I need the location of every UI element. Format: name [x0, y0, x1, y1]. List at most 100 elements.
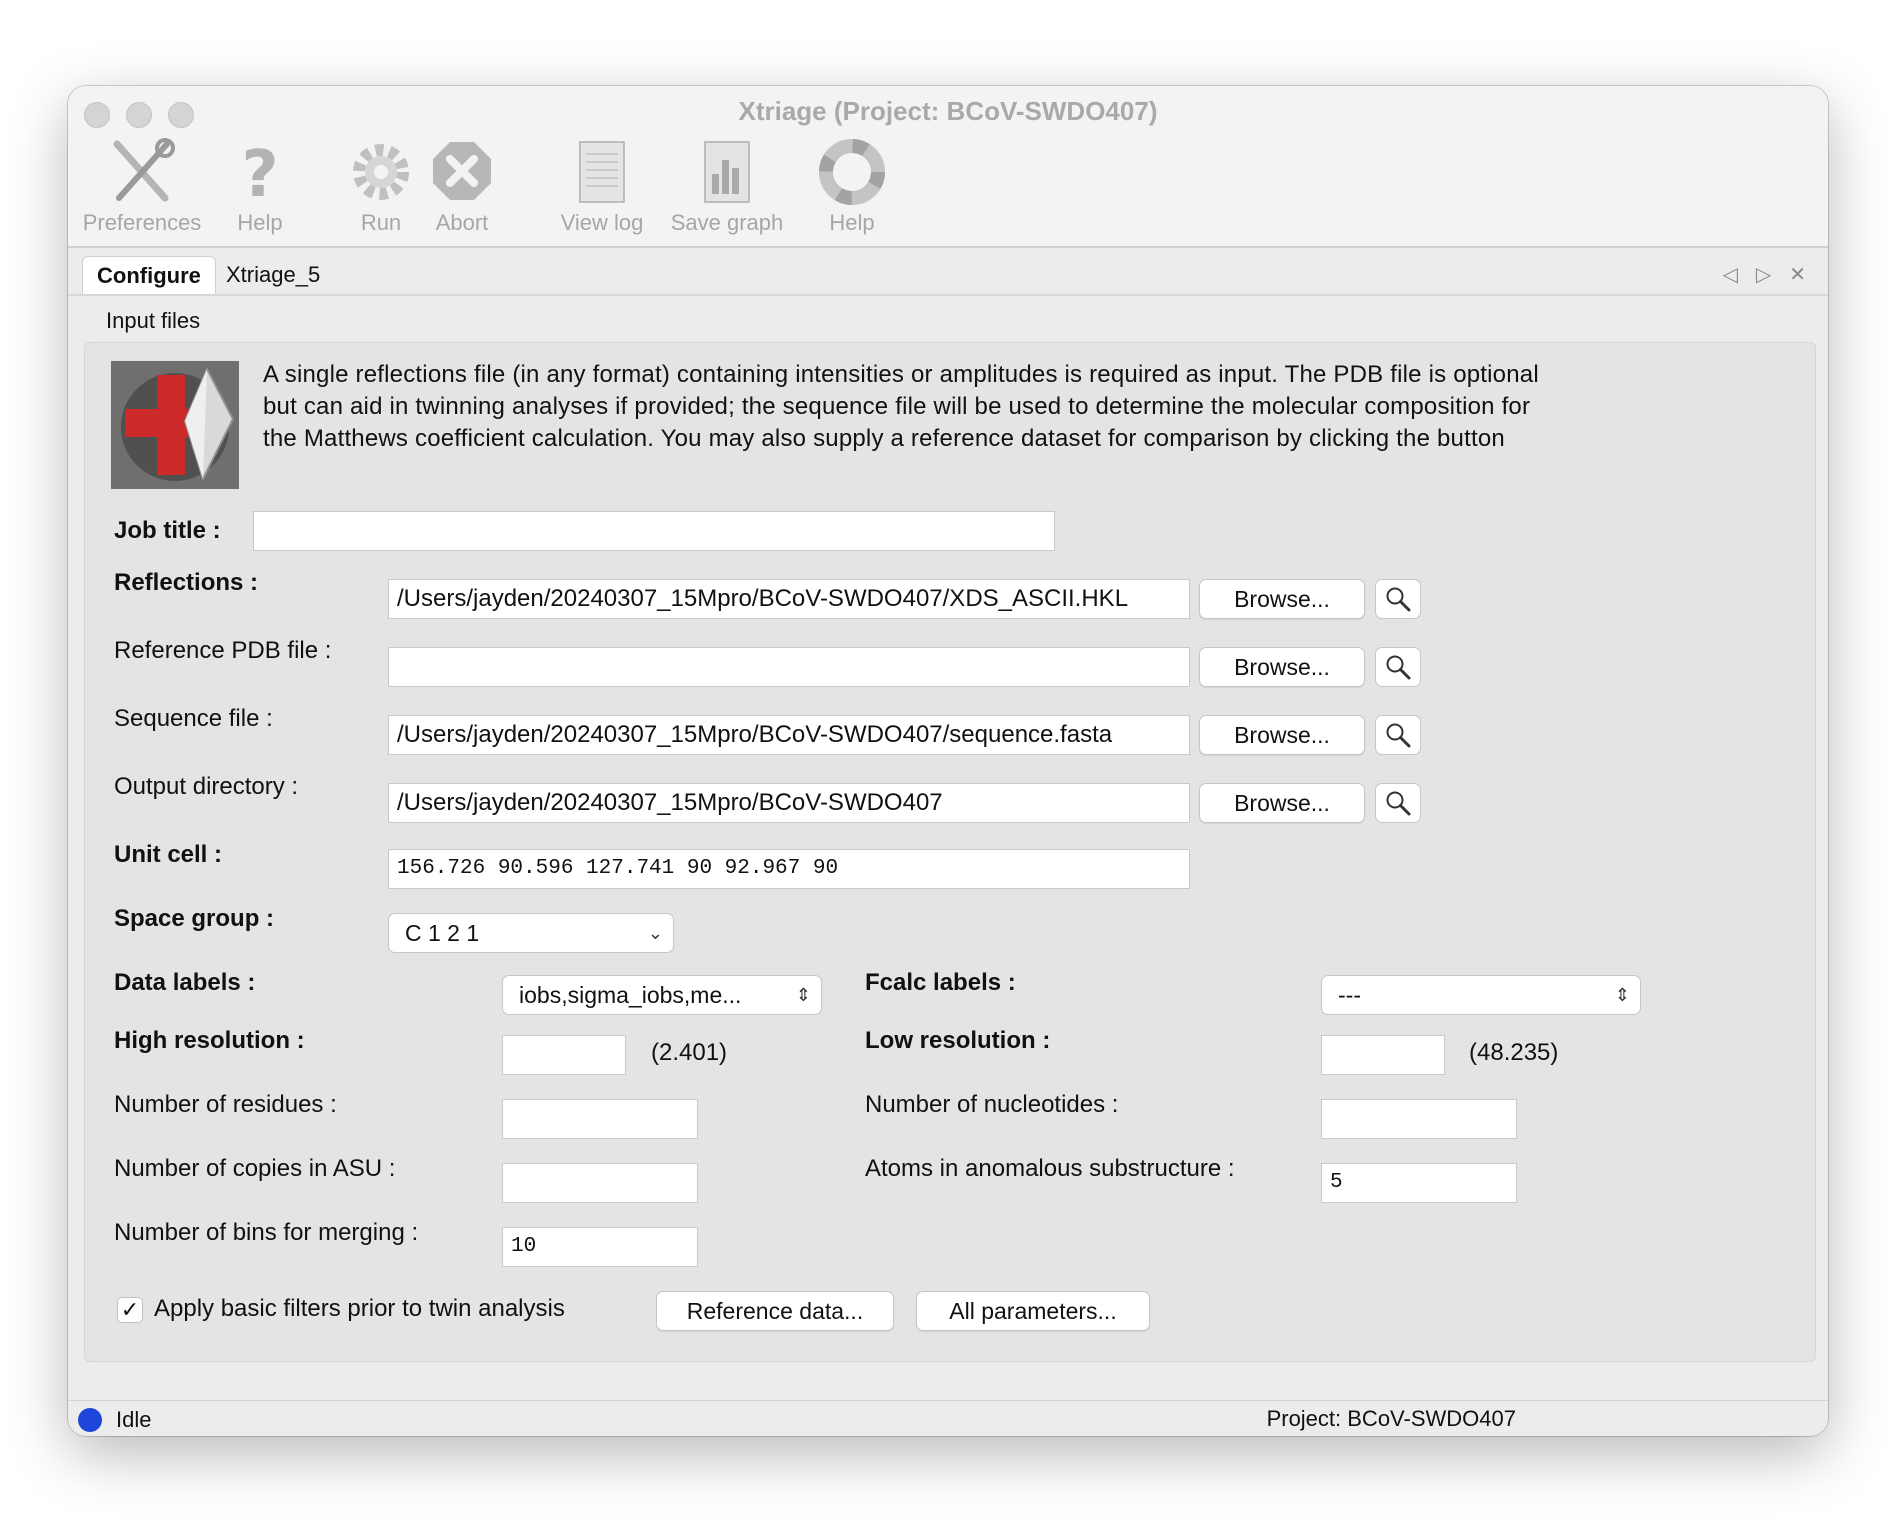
view-log-icon — [579, 141, 625, 203]
abort-x-icon — [433, 142, 491, 200]
reflections-view-button[interactable] — [1375, 579, 1421, 619]
run-label: Run — [360, 210, 402, 235]
num-residues-label: Number of residues : — [114, 1091, 337, 1118]
atoms-anomalous-label: Atoms in anomalous substructure : — [865, 1155, 1235, 1182]
space-group-label: Space group : — [114, 905, 275, 932]
tab-controls: ◁ ▷ ✕ — [1722, 262, 1806, 287]
save-graph-button[interactable]: Save graph — [662, 138, 792, 236]
unit-cell-label: Unit cell : — [114, 841, 223, 868]
tab-xtriage-5[interactable]: Xtriage_5 — [212, 256, 334, 294]
xtriage-window: Xtriage (Project: BCoV-SWDO407) Preferen… — [68, 86, 1828, 1436]
status-bar: Idle Project: BCoV-SWDO407 — [68, 1400, 1828, 1436]
space-group-select[interactable]: C 1 2 1 ⌄ — [388, 913, 674, 953]
apply-filters-label: Apply basic filters prior to twin analys… — [154, 1295, 565, 1322]
reference-pdb-input[interactable] — [388, 647, 1190, 687]
abort-label: Abort — [435, 210, 489, 235]
tab-close-icon[interactable]: ✕ — [1789, 262, 1806, 287]
view-log-button[interactable]: View log — [554, 138, 650, 236]
fcalc-labels-select[interactable]: --- ⇕ — [1321, 975, 1641, 1015]
description-line-1: A single reflections file (in any format… — [263, 361, 1539, 388]
svg-text:?: ? — [241, 138, 278, 206]
apply-filters-checkbox[interactable]: ✓ — [117, 1297, 143, 1323]
run-gear-icon — [353, 144, 409, 200]
description-line-3: the Matthews coefficient calculation. Yo… — [263, 425, 1505, 452]
xtriage-logo-icon — [111, 361, 239, 489]
help-lifebuoy-icon — [819, 139, 885, 205]
help-lifebuoy-button[interactable]: Help — [812, 138, 892, 236]
num-nucleotides-label: Number of nucleotides : — [865, 1091, 1119, 1118]
reflections-input[interactable]: /Users/jayden/20240307_15Mpro/BCoV-SWDO4… — [388, 579, 1190, 619]
output-directory-label: Output directory : — [114, 773, 299, 800]
reference-data-button[interactable]: Reference data... — [656, 1291, 894, 1331]
output-directory-browse-button[interactable]: Browse... — [1199, 783, 1365, 823]
reference-pdb-label: Reference PDB file : — [114, 637, 332, 664]
reference-pdb-browse-button[interactable]: Browse... — [1199, 647, 1365, 687]
fcalc-labels-value: --- — [1338, 982, 1361, 1008]
description-line-2: but can aid in twinning analyses if prov… — [263, 393, 1531, 420]
tab-next-icon[interactable]: ▷ — [1756, 262, 1771, 287]
sequence-file-input[interactable]: /Users/jayden/20240307_15Mpro/BCoV-SWDO4… — [388, 715, 1190, 755]
num-copies-input[interactable] — [502, 1163, 698, 1203]
num-bins-label: Number of bins for merging : — [114, 1219, 419, 1246]
job-title-label: Job title : — [114, 517, 221, 544]
num-bins-input[interactable]: 10 — [502, 1227, 698, 1267]
input-files-panel: A single reflections file (in any format… — [84, 342, 1816, 1362]
reflections-browse-button[interactable]: Browse... — [1199, 579, 1365, 619]
help-label: Help — [237, 210, 283, 235]
low-resolution-hint: (48.235) — [1469, 1039, 1559, 1066]
unit-cell-input[interactable]: 156.726 90.596 127.741 90 92.967 90 — [388, 849, 1190, 889]
high-resolution-hint: (2.401) — [651, 1039, 728, 1066]
output-directory-view-button[interactable] — [1375, 783, 1421, 823]
section-title: Input files — [106, 308, 201, 333]
tab-prev-icon[interactable]: ◁ — [1722, 262, 1737, 287]
save-graph-label: Save graph — [670, 210, 784, 235]
abort-button[interactable]: Abort — [424, 138, 500, 236]
up-down-chevron-icon: ⇕ — [1614, 985, 1630, 1005]
reflections-label: Reflections : — [114, 569, 259, 596]
save-graph-icon — [704, 141, 750, 203]
magnifier-icon — [1386, 587, 1411, 612]
all-parameters-button[interactable]: All parameters... — [916, 1291, 1150, 1331]
num-nucleotides-input[interactable] — [1321, 1099, 1517, 1139]
description-text: A single reflections file (in any format… — [263, 359, 1683, 455]
fcalc-labels-label: Fcalc labels : — [865, 969, 1016, 996]
up-down-chevron-icon: ⇕ — [795, 985, 811, 1005]
atoms-anomalous-input[interactable]: 5 — [1321, 1163, 1517, 1203]
run-button[interactable]: Run — [346, 138, 416, 236]
high-resolution-input[interactable] — [502, 1035, 626, 1075]
preferences-button[interactable]: Preferences — [78, 138, 206, 236]
preferences-label: Preferences — [82, 210, 202, 235]
status-text: Idle — [116, 1407, 152, 1432]
status-project: Project: BCoV-SWDO407 — [1266, 1406, 1516, 1431]
data-labels-select[interactable]: iobs,sigma_iobs,me... ⇕ — [502, 975, 822, 1015]
reference-pdb-view-button[interactable] — [1375, 647, 1421, 687]
tab-divider — [68, 294, 1828, 296]
status-indicator-icon — [78, 1408, 102, 1432]
data-labels-label: Data labels : — [114, 969, 256, 996]
magnifier-icon — [1386, 723, 1411, 748]
high-resolution-label: High resolution : — [114, 1027, 305, 1054]
magnifier-icon — [1386, 791, 1411, 816]
help-question-icon: ? — [241, 138, 278, 206]
sequence-file-browse-button[interactable]: Browse... — [1199, 715, 1365, 755]
view-log-label: View log — [560, 210, 644, 235]
tab-bar: Configure Xtriage_5 ◁ ▷ ✕ — [68, 248, 1828, 295]
job-title-input[interactable] — [253, 511, 1055, 551]
chevron-down-icon: ⌄ — [647, 923, 663, 943]
data-labels-value: iobs,sigma_iobs,me... — [519, 982, 742, 1008]
help-button[interactable]: ? Help — [220, 138, 300, 236]
tab-configure[interactable]: Configure — [82, 256, 216, 295]
preferences-tools-icon — [113, 138, 175, 202]
output-directory-input[interactable]: /Users/jayden/20240307_15Mpro/BCoV-SWDO4… — [388, 783, 1190, 823]
num-residues-input[interactable] — [502, 1099, 698, 1139]
sequence-file-label: Sequence file : — [114, 705, 273, 732]
num-copies-label: Number of copies in ASU : — [114, 1155, 396, 1182]
low-resolution-label: Low resolution : — [865, 1027, 1051, 1054]
magnifier-icon — [1386, 655, 1411, 680]
window-title: Xtriage (Project: BCoV-SWDO407) — [738, 96, 1158, 126]
sequence-file-view-button[interactable] — [1375, 715, 1421, 755]
title-bar: Xtriage (Project: BCoV-SWDO407) Preferen… — [68, 86, 1828, 246]
help-lifebuoy-label: Help — [829, 210, 875, 235]
low-resolution-input[interactable] — [1321, 1035, 1445, 1075]
space-group-value: C 1 2 1 — [405, 920, 480, 946]
